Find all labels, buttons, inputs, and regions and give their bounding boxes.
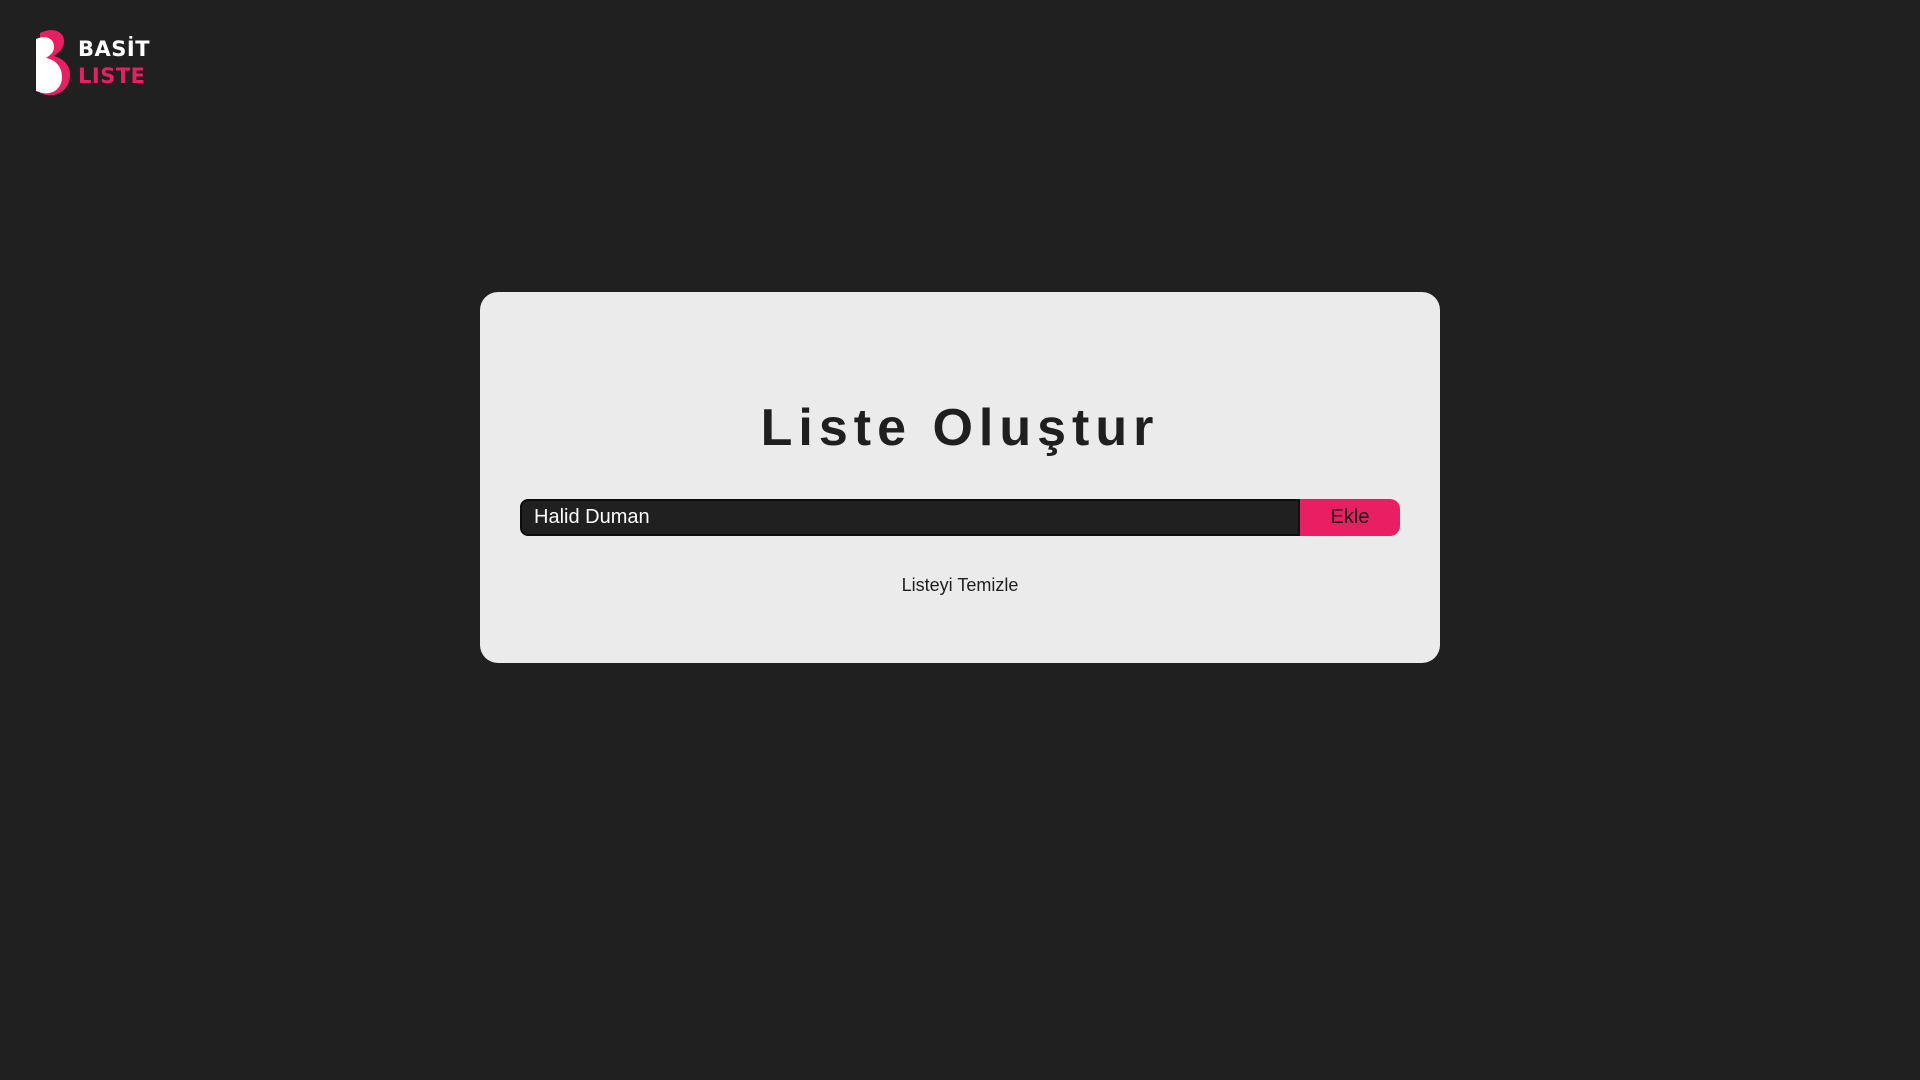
entry-row: Ekle bbox=[520, 499, 1400, 536]
page-title: Liste Oluştur bbox=[760, 399, 1160, 457]
clear-list-link[interactable]: Listeyi Temizle bbox=[480, 576, 1440, 594]
b-logo-mark-icon bbox=[36, 30, 70, 96]
logo-text-basit: BASİT bbox=[78, 37, 151, 61]
add-button[interactable]: Ekle bbox=[1300, 499, 1400, 536]
item-input[interactable] bbox=[520, 499, 1300, 536]
logo-wordmark: BASİT LISTE bbox=[78, 39, 150, 87]
brand-logo[interactable]: BASİT LISTE bbox=[34, 28, 150, 98]
logo-text-liste: LISTE bbox=[78, 64, 146, 88]
list-card: Liste Oluştur Ekle Listeyi Temizle bbox=[480, 292, 1440, 663]
